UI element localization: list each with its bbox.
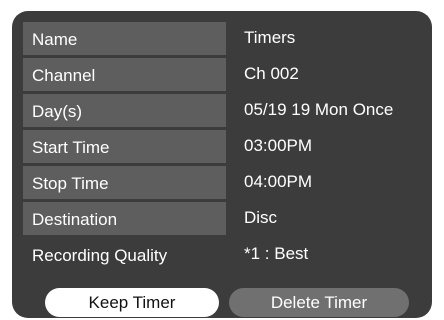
field-value-stop-time: 04:00PM — [244, 172, 313, 191]
field-value-name: Timers — [244, 28, 296, 47]
field-row-destination: Destination Disc — [23, 202, 430, 238]
keep-timer-button[interactable]: Keep Timer — [45, 288, 219, 317]
field-row-channel: Channel Ch 002 — [23, 58, 430, 94]
field-row-start-time: Start Time 03:00PM — [23, 130, 430, 166]
field-row-name: Name Timers — [23, 22, 430, 58]
field-value-destination: Disc — [244, 208, 278, 227]
field-value-start-time: 03:00PM — [244, 136, 313, 155]
field-label-channel[interactable]: Channel — [23, 58, 226, 91]
field-label-stop-time[interactable]: Stop Time — [23, 166, 226, 199]
field-label-start-time[interactable]: Start Time — [23, 130, 226, 163]
field-label-days[interactable]: Day(s) — [23, 94, 226, 127]
timer-fields-list: Name Timers Channel Ch 002 Day(s) 05/19 … — [23, 22, 430, 274]
field-row-days: Day(s) 05/19 19 Mon Once — [23, 94, 430, 130]
field-row-stop-time: Stop Time 04:00PM — [23, 166, 430, 202]
timer-settings-panel: Name Timers Channel Ch 002 Day(s) 05/19 … — [12, 11, 432, 318]
field-label-name[interactable]: Name — [23, 22, 226, 55]
field-label-recording-quality: Recording Quality — [32, 246, 168, 265]
field-label-destination[interactable]: Destination — [23, 202, 226, 235]
field-row-recording-quality: Recording Quality *1 : Best — [23, 238, 430, 274]
delete-timer-button[interactable]: Delete Timer — [229, 288, 409, 317]
field-value-channel: Ch 002 — [244, 64, 299, 83]
field-value-recording-quality: *1 : Best — [244, 244, 309, 263]
field-value-days: 05/19 19 Mon Once — [244, 100, 394, 119]
action-buttons: Keep Timer Delete Timer — [12, 286, 432, 318]
